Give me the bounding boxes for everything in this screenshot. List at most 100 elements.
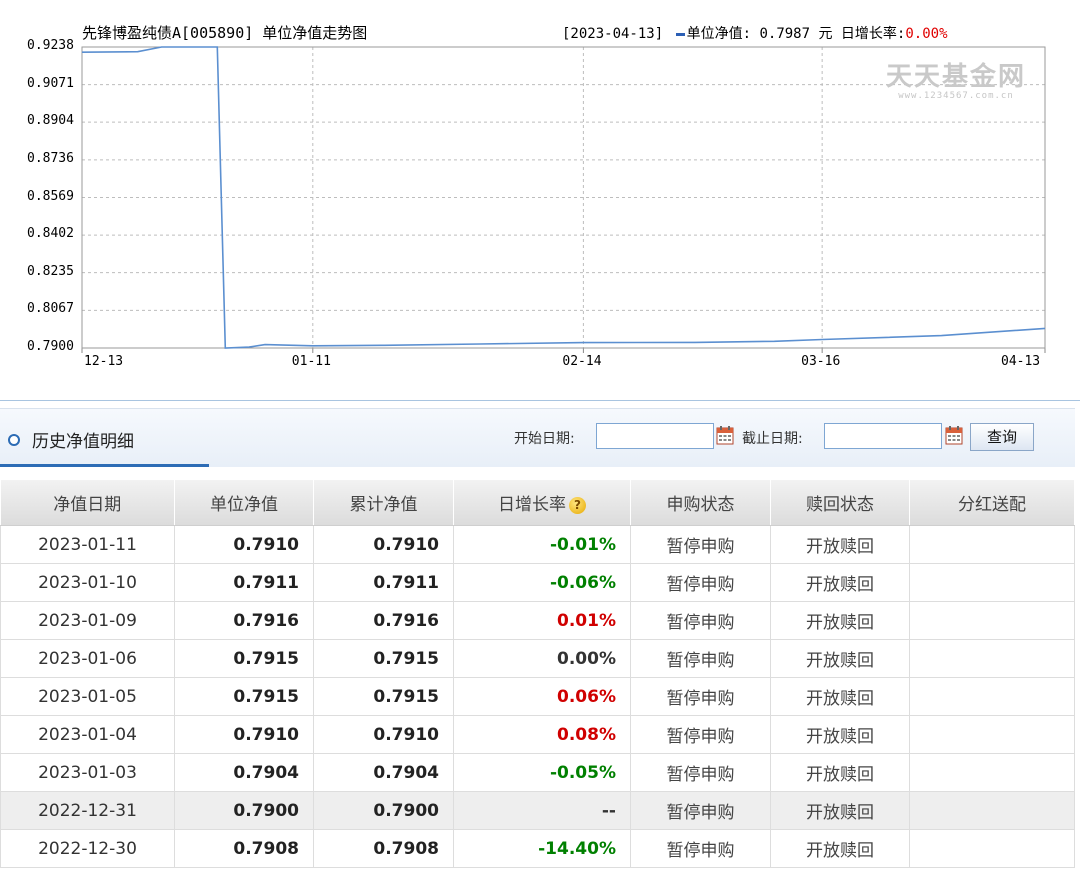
nav-trend-chart: 先锋博盈纯债A[005890] 单位净值走势图 [2023-04-13] 单位净…: [0, 0, 1080, 400]
cell-unit-nav: 0.7915: [174, 677, 314, 716]
y-tick-label: 0.9238: [27, 38, 74, 53]
cell-dividend: [909, 601, 1075, 640]
table-header-row: 净值日期 单位净值 累计净值 日增长率? 申购状态 赎回状态 分红送配: [0, 480, 1075, 526]
cell-buy-status: 暂停申购: [630, 791, 771, 830]
header-unit-nav: 单位净值: [174, 480, 314, 526]
cell-date: 2023-01-11: [0, 525, 175, 564]
cell-date: 2023-01-04: [0, 715, 175, 754]
y-tick-label: 0.8569: [27, 188, 74, 204]
header-dividend: 分红送配: [909, 480, 1075, 526]
cell-daily-rate: 0.00%: [453, 639, 631, 678]
y-tick-label: 0.8235: [27, 263, 74, 279]
end-date-label: 截止日期:: [742, 431, 803, 447]
cell-unit-nav: 0.7910: [174, 525, 314, 564]
table-row: 2023-01-09 0.7916 0.7916 0.01% 暂停申购 开放赎回: [0, 601, 1075, 640]
cell-dividend: [909, 791, 1075, 830]
x-tick-label: 01-11: [291, 354, 331, 369]
cell-acc-nav: 0.7900: [313, 791, 454, 830]
cell-unit-nav: 0.7916: [174, 601, 314, 640]
cell-dividend: [909, 753, 1075, 792]
cell-daily-rate: 0.06%: [453, 677, 631, 716]
table-row: 2023-01-11 0.7910 0.7910 -0.01% 暂停申购 开放赎回: [0, 525, 1075, 564]
header-buy-status: 申购状态: [630, 480, 771, 526]
cell-date: 2023-01-03: [0, 753, 175, 792]
cell-daily-rate: -0.06%: [453, 563, 631, 602]
cell-unit-nav: 0.7904: [174, 753, 314, 792]
calendar-icon[interactable]: [945, 425, 963, 445]
cell-acc-nav: 0.7910: [313, 715, 454, 754]
watermark-sub: www.1234567.com.cn: [898, 91, 1014, 101]
cell-buy-status: 暂停申购: [630, 601, 771, 640]
x-tick-label: 02-14: [562, 354, 602, 369]
cell-buy-status: 暂停申购: [630, 563, 771, 602]
table-row: 2023-01-06 0.7915 0.7915 0.00% 暂停申购 开放赎回: [0, 639, 1075, 678]
cell-sell-status: 开放赎回: [770, 677, 910, 716]
history-title: 历史净值明细: [32, 432, 134, 452]
cell-sell-status: 开放赎回: [770, 829, 910, 868]
watermark-main: 天天基金网: [885, 62, 1026, 92]
cell-dividend: [909, 829, 1075, 868]
history-title-underline: [0, 464, 209, 467]
cell-buy-status: 暂停申购: [630, 829, 771, 868]
cell-acc-nav: 0.7915: [313, 677, 454, 716]
header-acc-nav: 累计净值: [313, 480, 454, 526]
cell-acc-nav: 0.7904: [313, 753, 454, 792]
cell-acc-nav: 0.7911: [313, 563, 454, 602]
y-tick-label: 0.8736: [27, 150, 74, 166]
cell-date: 2022-12-30: [0, 829, 175, 868]
start-date-input[interactable]: [596, 423, 714, 449]
cell-unit-nav: 0.7908: [174, 829, 314, 868]
cell-dividend: [909, 525, 1075, 564]
cell-sell-status: 开放赎回: [770, 563, 910, 602]
end-date-input[interactable]: [824, 423, 942, 449]
cell-acc-nav: 0.7916: [313, 601, 454, 640]
cell-dividend: [909, 677, 1075, 716]
query-button[interactable]: 查询: [970, 423, 1034, 451]
cell-daily-rate: -0.01%: [453, 525, 631, 564]
y-tick-label: 0.8904: [27, 113, 74, 129]
start-date-label: 开始日期:: [514, 431, 575, 447]
cell-dividend: [909, 639, 1075, 678]
cell-sell-status: 开放赎回: [770, 791, 910, 830]
cell-sell-status: 开放赎回: [770, 525, 910, 564]
x-tick-label: 04-13: [1001, 354, 1041, 369]
cell-acc-nav: 0.7908: [313, 829, 454, 868]
help-question-icon[interactable]: ?: [569, 497, 586, 514]
cell-acc-nav: 0.7915: [313, 639, 454, 678]
cell-dividend: [909, 563, 1075, 602]
cell-unit-nav: 0.7910: [174, 715, 314, 754]
table-row: 2023-01-03 0.7904 0.7904 -0.05% 暂停申购 开放赎回: [0, 753, 1075, 792]
watermark-logo: 天天基金网 www.1234567.com.cn: [880, 56, 1032, 101]
circle-bullet-icon: [8, 433, 20, 446]
y-tick-label: 0.7900: [27, 339, 74, 354]
cell-sell-status: 开放赎回: [770, 715, 910, 754]
x-tick-label: 12-13: [84, 354, 124, 369]
cell-buy-status: 暂停申购: [630, 639, 771, 678]
x-tick-label: 03-16: [801, 354, 841, 369]
cell-daily-rate: 0.01%: [453, 601, 631, 640]
table-row: 2022-12-30 0.7908 0.7908 -14.40% 暂停申购 开放赎回: [0, 829, 1075, 868]
cell-buy-status: 暂停申购: [630, 715, 771, 754]
table-row: 2023-01-05 0.7915 0.7915 0.06% 暂停申购 开放赎回: [0, 677, 1075, 716]
cell-sell-status: 开放赎回: [770, 601, 910, 640]
header-date: 净值日期: [0, 480, 175, 526]
cell-date: 2023-01-10: [0, 563, 175, 602]
cell-unit-nav: 0.7915: [174, 639, 314, 678]
y-tick-label: 0.9071: [27, 75, 74, 91]
cell-buy-status: 暂停申购: [630, 677, 771, 716]
y-tick-label: 0.8402: [27, 226, 74, 242]
cell-buy-status: 暂停申购: [630, 753, 771, 792]
header-daily-rate-label: 日增长率: [498, 495, 566, 515]
header-daily-rate: 日增长率?: [453, 480, 631, 526]
cell-sell-status: 开放赎回: [770, 753, 910, 792]
table-row: 2023-01-04 0.7910 0.7910 0.08% 暂停申购 开放赎回: [0, 715, 1075, 754]
cell-date: 2023-01-09: [0, 601, 175, 640]
calendar-icon[interactable]: [716, 425, 734, 445]
section-divider: [0, 400, 1080, 401]
cell-date: 2023-01-05: [0, 677, 175, 716]
history-header: 历史净值明细 开始日期: 截止日期: 查询: [0, 408, 1075, 467]
cell-unit-nav: 0.7911: [174, 563, 314, 602]
y-tick-label: 0.8067: [27, 301, 74, 317]
cell-buy-status: 暂停申购: [630, 525, 771, 564]
cell-daily-rate: -0.05%: [453, 753, 631, 792]
